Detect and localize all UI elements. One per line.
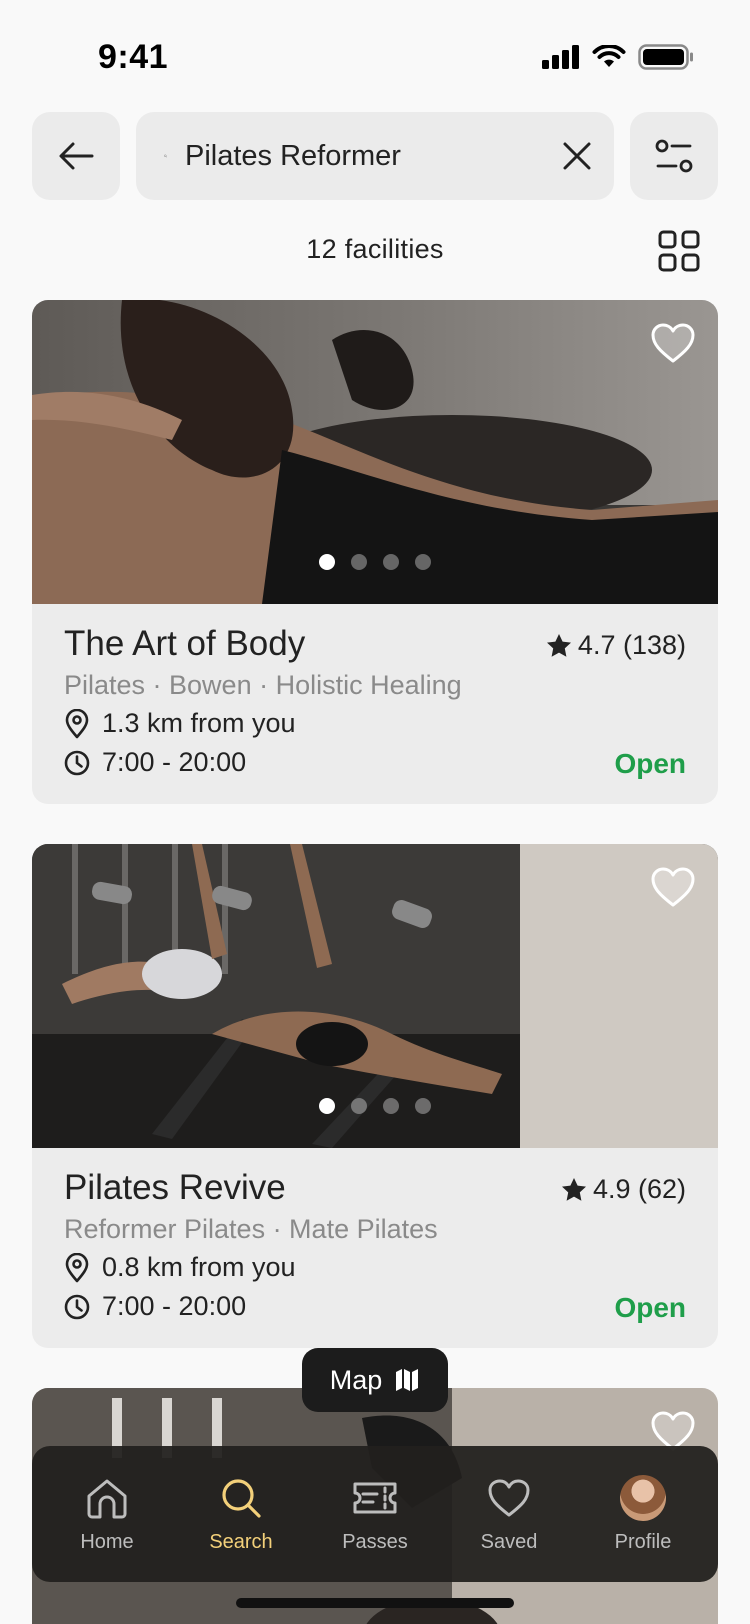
hours-text: 7:00 - 20:00 [102,1291,247,1321]
carousel-dot[interactable] [383,1098,399,1114]
facility-name: Pilates Revive [64,1168,286,1207]
search-icon [222,1478,261,1518]
facility-photo[interactable] [32,844,718,1148]
result-count: 12 facilities [306,234,444,264]
home-indicator [236,1598,514,1608]
search-icon [164,154,167,158]
map-button[interactable]: Map [302,1348,448,1412]
facility-name: The Art of Body [64,624,306,663]
status-time: 9:41 [98,38,169,76]
grid-view-toggle[interactable] [658,230,700,272]
map-icon [396,1369,419,1391]
battery-icon [638,44,693,70]
facility-hours: 7:00 - 20:00 [64,1291,246,1322]
home-icon [87,1479,127,1518]
location-pin-icon [65,708,89,738]
search-input[interactable] [185,139,562,173]
avatar [620,1474,666,1521]
wifi-icon [592,45,626,67]
facility-categories: Reformer Pilates · Mate Pilates [64,1214,438,1244]
carousel-dot[interactable] [351,1098,367,1114]
open-status: Open [614,748,686,779]
tab-label: Saved [480,1530,538,1553]
tab-home[interactable]: Home [47,1475,167,1554]
filter-sliders-icon [655,139,693,173]
rating-value: 4.9 (62) [592,1174,686,1204]
heart-icon [651,867,695,907]
star-icon [546,634,571,657]
carousel-dots [32,1098,718,1114]
clock-icon [64,1294,90,1319]
tab-profile[interactable]: Profile [583,1474,703,1554]
rating-value: 4.7 (138) [577,630,686,660]
filter-button[interactable] [630,112,718,200]
status-bar: 9:41 [0,0,750,116]
heart-icon [651,323,695,363]
tab-label: Profile [614,1530,672,1553]
carousel-dot[interactable] [319,554,335,570]
carousel-dots [32,554,718,570]
back-button[interactable] [32,112,120,200]
search-box[interactable] [136,112,614,200]
facility-distance: 1.3 km from you [64,708,296,739]
arrow-left-icon [59,142,94,170]
carousel-dot[interactable] [351,554,367,570]
carousel-dot[interactable] [319,1098,335,1114]
grid-icon [658,230,700,272]
clear-search-button[interactable] [562,136,592,176]
tab-passes[interactable]: Passes [315,1475,435,1554]
status-icons [542,44,694,70]
tab-search[interactable]: Search [181,1475,301,1554]
heart-icon [488,1479,530,1516]
save-favorite-button[interactable] [650,866,696,908]
tab-label: Home [80,1530,134,1553]
distance-text: 1.3 km from you [102,708,296,738]
distance-text: 0.8 km from you [102,1252,296,1282]
tab-label: Passes [342,1530,408,1553]
location-pin-icon [65,1252,89,1282]
hours-text: 7:00 - 20:00 [102,747,247,777]
facility-distance: 0.8 km from you [64,1252,296,1283]
ticket-icon [353,1482,397,1513]
tab-label: Search [209,1530,273,1553]
search-bar-row [32,112,718,200]
close-icon [563,142,591,170]
facility-card[interactable]: Pilates Revive 4.9 (62) Reformer Pilates… [32,844,718,1348]
carousel-dot[interactable] [415,554,431,570]
map-button-label: Map [329,1364,383,1395]
cellular-signal-icon [542,45,579,69]
open-status: Open [614,1292,686,1323]
tab-saved[interactable]: Saved [449,1475,569,1554]
facility-rating: 4.7 (138) [546,630,686,661]
facility-card[interactable]: The Art of Body 4.7 (138) Pilates · Bowe… [32,300,718,804]
carousel-dot[interactable] [415,1098,431,1114]
save-favorite-button[interactable] [650,322,696,364]
clock-icon [64,750,90,775]
bottom-tab-bar: Home Search Passes Saved Profile [32,1446,718,1582]
facility-rating: 4.9 (62) [561,1174,686,1205]
facility-photo[interactable] [32,300,718,604]
facility-info: The Art of Body 4.7 (138) Pilates · Bowe… [64,604,686,804]
facility-info: Pilates Revive 4.9 (62) Reformer Pilates… [64,1148,686,1348]
carousel-dot[interactable] [383,554,399,570]
facility-hours: 7:00 - 20:00 [64,747,246,778]
facility-categories: Pilates · Bowen · Holistic Healing [64,670,462,700]
star-icon [561,1178,586,1201]
